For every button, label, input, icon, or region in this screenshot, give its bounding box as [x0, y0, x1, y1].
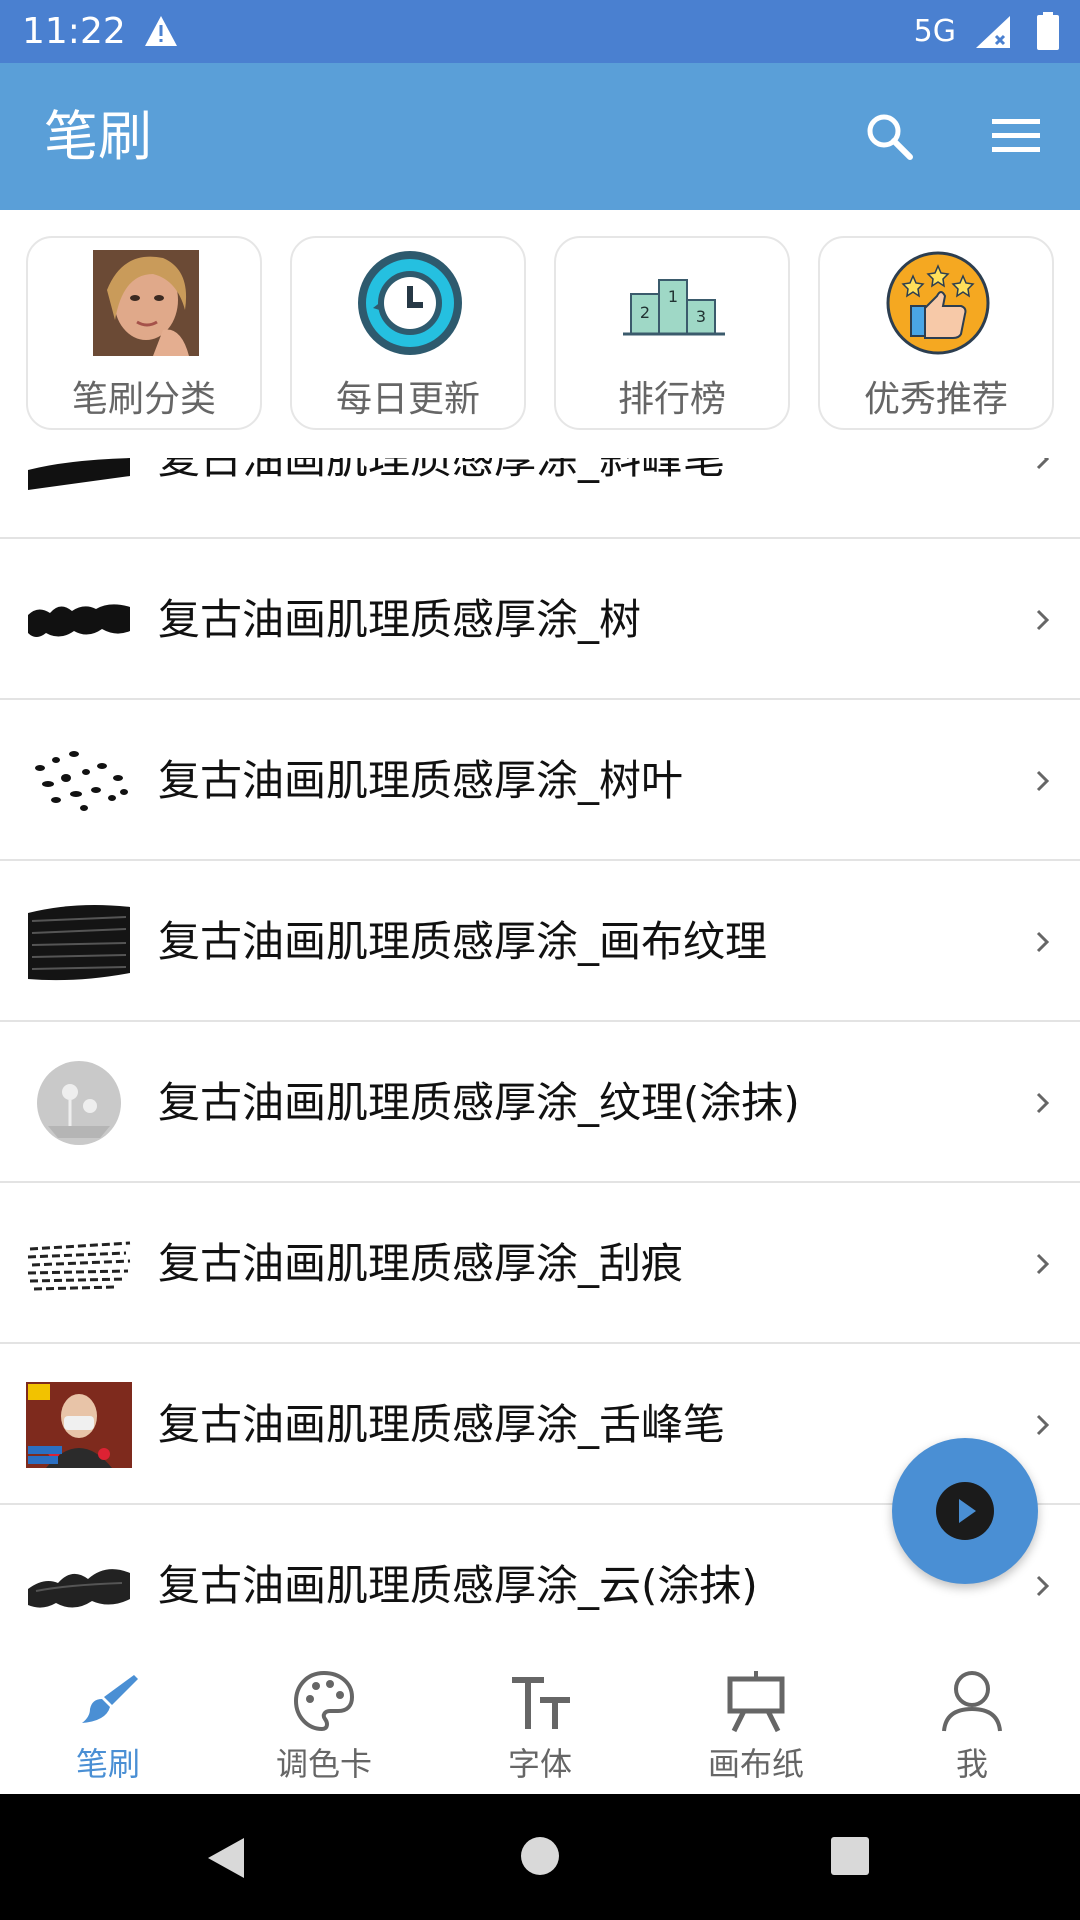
brush-stroke-thumbnail — [28, 604, 130, 637]
nav-label: 调色卡 — [275, 1745, 372, 1783]
palette-icon — [293, 1670, 355, 1732]
menu-icon[interactable] — [990, 111, 1044, 161]
chevron-right-icon — [1036, 1092, 1050, 1114]
nav-font[interactable]: 字体 — [432, 1643, 648, 1794]
svg-text:3: 3 — [696, 307, 706, 326]
font-icon — [512, 1677, 570, 1729]
status-time: 11:22 — [22, 11, 126, 52]
quick-card-brush-categories[interactable]: 笔刷分类 — [26, 236, 262, 430]
quick-card-label: 优秀推荐 — [863, 379, 1008, 420]
chevron-right-icon — [1036, 1414, 1050, 1436]
portrait-thumbnail — [93, 250, 199, 356]
nav-label: 画布纸 — [707, 1745, 804, 1783]
list-item[interactable]: 复古油画肌理质感厚涂_刮痕 — [0, 1183, 1080, 1344]
nav-canvas-paper[interactable]: 画布纸 — [648, 1643, 864, 1794]
system-nav-bar — [0, 1794, 1080, 1920]
list-item[interactable]: 复古油画肌理质感厚涂_树 — [0, 539, 1080, 700]
battery-icon — [1037, 12, 1059, 50]
brush-name: 复古油画肌理质感厚涂_树 — [158, 595, 642, 644]
nav-label: 字体 — [507, 1745, 572, 1783]
quick-card-label: 排行榜 — [617, 379, 726, 420]
chevron-right-icon — [1036, 458, 1050, 470]
nav-label: 笔刷 — [75, 1745, 140, 1783]
list-item[interactable]: 复古油画肌理质感厚涂_纹理(涂抹) — [0, 1022, 1080, 1183]
quick-actions: 笔刷分类 每日更新 2 1 3 排行榜 优秀推荐 — [0, 210, 1080, 458]
podium-icon: 2 1 3 — [623, 279, 725, 336]
svg-text:1: 1 — [668, 287, 678, 306]
chevron-right-icon — [1036, 770, 1050, 792]
recents-icon[interactable] — [830, 1836, 870, 1876]
clock-refresh-icon — [358, 251, 462, 355]
brush-name: 复古油画肌理质感厚涂_舌峰笔 — [158, 1400, 726, 1449]
signal-icon — [976, 16, 1010, 48]
play-fab-button[interactable] — [892, 1438, 1038, 1584]
nav-palette[interactable]: 调色卡 — [216, 1643, 432, 1794]
nav-label: 我 — [955, 1745, 988, 1783]
image-placeholder-thumbnail — [37, 1061, 121, 1145]
search-icon[interactable] — [862, 109, 916, 163]
brush-icon — [82, 1675, 138, 1723]
brush-stroke-thumbnail — [28, 1569, 130, 1608]
app-bar: 笔刷 — [0, 63, 1080, 210]
nav-brush[interactable]: 笔刷 — [0, 1643, 216, 1794]
network-type: 5G — [913, 14, 956, 49]
back-icon[interactable] — [204, 1836, 248, 1880]
brush-stroke-thumbnail — [28, 905, 130, 981]
quick-card-recommended[interactable]: 优秀推荐 — [818, 236, 1054, 430]
chevron-right-icon — [1036, 1575, 1050, 1597]
list-item[interactable]: 复古油画肌理质感厚涂_画布纹理 — [0, 861, 1080, 1022]
thumbs-up-stars-icon — [886, 251, 990, 355]
quick-card-leaderboard[interactable]: 2 1 3 排行榜 — [554, 236, 790, 430]
brush-name: 复古油画肌理质感厚涂_纹理(涂抹) — [158, 1078, 800, 1127]
bottom-nav: 笔刷 调色卡 字体 画布纸 我 — [0, 1643, 1080, 1794]
brush-name: 复古油画肌理质感厚涂_云(涂抹) — [158, 1561, 758, 1610]
brush-name: 复古油画肌理质感厚涂_树叶 — [158, 756, 684, 805]
home-icon[interactable] — [520, 1836, 560, 1876]
brush-stroke-thumbnail — [27, 1241, 131, 1291]
status-bar: 11:22 5G — [0, 0, 1080, 63]
quick-card-label: 笔刷分类 — [71, 379, 216, 420]
brush-stroke-thumbnail — [28, 458, 130, 490]
play-icon — [936, 1482, 994, 1540]
quick-card-daily-update[interactable]: 每日更新 — [290, 236, 526, 430]
brush-name: 复古油画肌理质感厚涂_刮痕 — [158, 1239, 684, 1288]
brush-stroke-thumbnail — [35, 751, 128, 811]
artwork-thumbnail — [26, 1382, 132, 1468]
svg-text:2: 2 — [640, 303, 650, 322]
brush-name: 复古油画肌理质感厚涂_画布纹理 — [158, 917, 768, 966]
brush-name: 复古油画肌理质感厚涂_斜峰笔 — [158, 458, 726, 483]
nav-me[interactable]: 我 — [864, 1643, 1080, 1794]
person-icon — [942, 1671, 1002, 1732]
page-title: 笔刷 — [44, 105, 152, 168]
easel-icon — [727, 1671, 785, 1733]
list-item[interactable]: 复古油画肌理质感厚涂_斜峰笔 — [0, 458, 1080, 539]
warning-icon — [145, 16, 177, 46]
chevron-right-icon — [1036, 609, 1050, 631]
chevron-right-icon — [1036, 931, 1050, 953]
chevron-right-icon — [1036, 1253, 1050, 1275]
quick-card-label: 每日更新 — [335, 379, 480, 420]
list-item[interactable]: 复古油画肌理质感厚涂_树叶 — [0, 700, 1080, 861]
